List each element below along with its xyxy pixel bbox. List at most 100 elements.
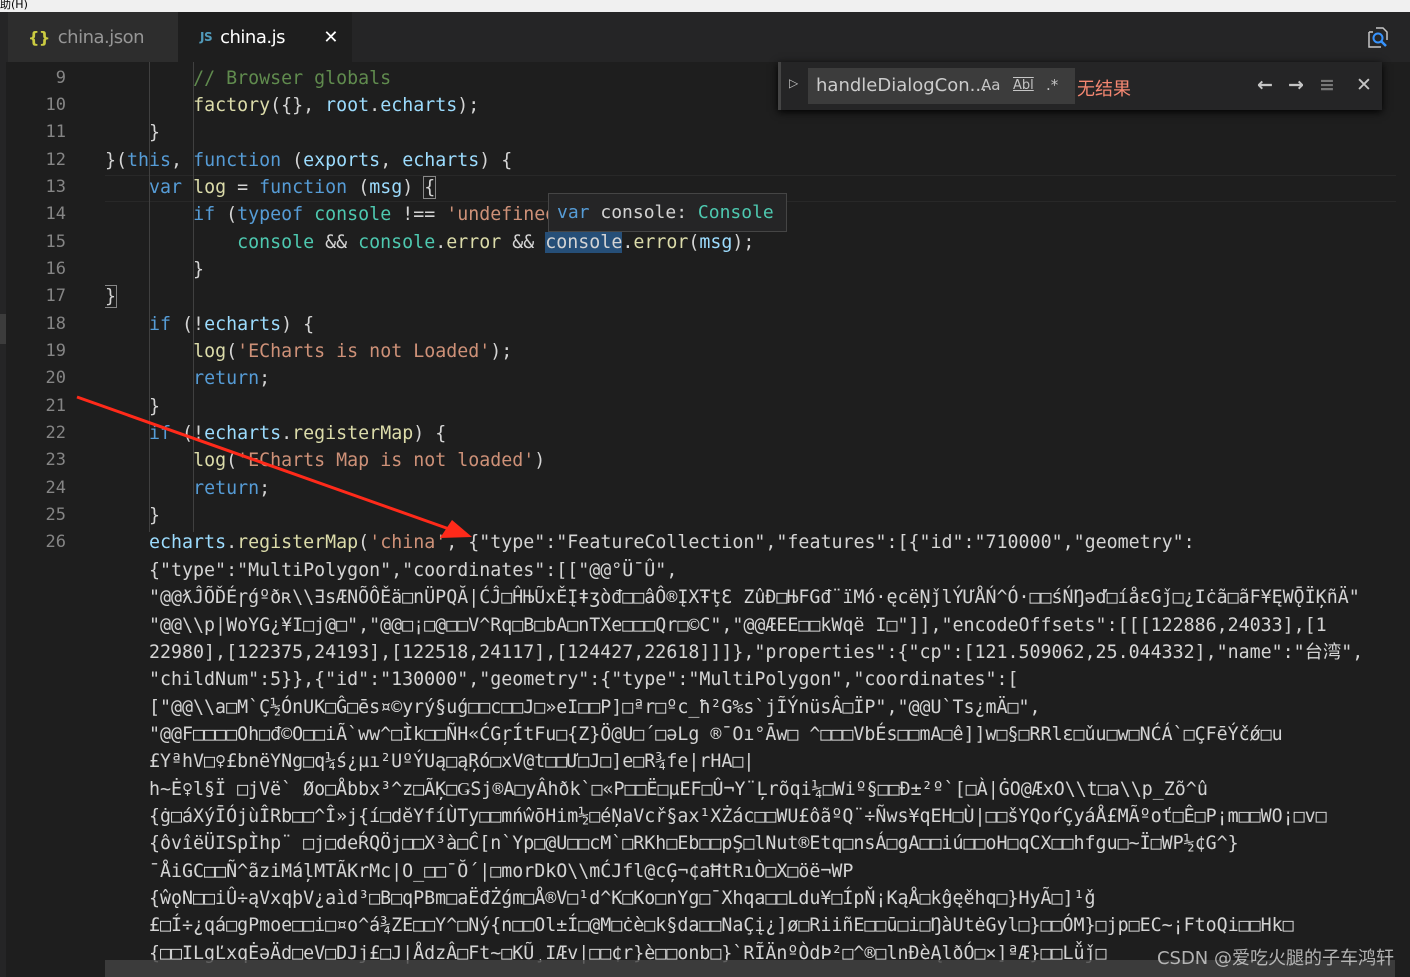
code-token: . <box>369 94 381 116</box>
code-line: "@@F□□□□Oh□đ©O□□iÃ`ww^□Ìk□□ÑH«ĆGŗÍtFu□{Z… <box>105 721 1410 748</box>
code-line: h~Ė♀l§Ï □jVë` Øo□Åbbx³^z□ÃĶ□ǤSj®A□yÂhðk`… <box>105 776 1410 803</box>
match-case-icon[interactable]: Aa <box>981 76 1000 94</box>
menu-help[interactable]: 助(H) <box>0 0 28 11</box>
code-token: root <box>325 94 370 116</box>
code-token: log <box>193 450 227 472</box>
code-token: "@@F□□□□Oh□đ©O□□iÃ`ww^□Ìk□□ÑH«ĆGŗÍtFu□{Z… <box>105 723 1283 745</box>
code-token: registerMap <box>237 532 359 554</box>
find-in-files-icon[interactable] <box>1366 26 1390 50</box>
find-input[interactable]: handleDialogCon... <box>808 68 1075 104</box>
code-token: ( <box>281 149 304 171</box>
code-line: } <box>105 393 1410 420</box>
code-token: // Browser globals <box>193 67 392 89</box>
code-line: {ôvîëÜISpÌhp¨ □j□deŔQÖj□□X³à□Ĉ[n`Yp□@U□□… <box>105 830 1410 857</box>
previous-match-icon[interactable]: ← <box>1257 74 1273 96</box>
close-tab-icon[interactable]: ✕ <box>323 27 338 48</box>
code-token: ) { <box>479 149 513 171</box>
code-token: £□Í÷¿qá□gPmoe□□i□¤o^á¾ZE□□Y^□Ný{n□□Ol±Í□… <box>105 915 1294 937</box>
tooltip-sep: : <box>676 202 698 223</box>
code-token: ); <box>457 94 480 116</box>
code-token: = <box>226 176 260 198</box>
tab-china-json[interactable]: {} china.json <box>8 12 178 62</box>
code-token: (! <box>171 313 205 335</box>
code-token: ); <box>490 341 513 362</box>
code-token: { <box>423 175 437 199</box>
code-token: ["@@\\a□M`Ç½ÓnUK□Ĝ□ēs¤©yrý§uǵ□□c□□J□»eI□… <box>105 696 1041 718</box>
code-token: "@@ƛĴÕĎÉɼǵºðʀ\\∃sÆNÕÔĚä□nÜPQĂ|ĆĴ□ĤЊŨxĚĮǂ… <box>105 587 1360 609</box>
find-in-selection-icon[interactable]: ≡ <box>1319 74 1335 96</box>
code-token: ¯ÅiGC□□Ñ^ãziMáļMTÃKrMc|O_□□¯Ŏ´|□morDkO\\… <box>105 860 854 882</box>
tab-china-js[interactable]: JS china.js ✕ <box>178 12 352 62</box>
code-line: "childNum":5}},{"id":"130000","geometry"… <box>105 666 1410 693</box>
code-token: ) { <box>413 423 447 445</box>
code-line: return; <box>105 365 1410 392</box>
code-token: . <box>226 532 238 554</box>
tooltip-keyword: var <box>557 202 590 223</box>
code-line: {ġ□áXýĪÓjùÎRb□□^Î»j{í□dĕYfíÙTy□□mńŵōHim½… <box>105 803 1410 830</box>
code-token: (! <box>171 423 205 445</box>
code-token: ); <box>732 231 755 253</box>
code-token: if <box>149 423 172 445</box>
line-number: 20 <box>45 368 66 389</box>
code-token: console <box>237 231 315 253</box>
hover-tooltip: var console: Console <box>548 193 787 232</box>
code-token: {ôvîëÜISpÌhp¨ □j□deŔQÖj□□X³à□Ĉ[n`Yp□@U□□… <box>105 833 1239 855</box>
line-number: 25 <box>45 505 66 526</box>
code-token: } <box>105 395 161 417</box>
find-result-status: 无结果 <box>1077 79 1131 100</box>
code-line: } <box>105 256 1410 283</box>
code-line: } <box>105 119 1410 146</box>
code-token: error <box>446 231 502 253</box>
code-token: echarts <box>204 313 282 335</box>
code-token: ( <box>226 341 238 362</box>
toggle-replace-icon[interactable]: ▷ <box>789 76 798 90</box>
code-token: msg <box>369 176 403 198</box>
code-token: £YªhV□♀£bnëYNg□q¼ś¿µı²UºÝUą□ąŖó□xV@t□□Ư□… <box>105 751 755 773</box>
code-token: ( <box>347 176 370 198</box>
code-token: msg <box>699 231 733 253</box>
tooltip-name: console <box>600 202 677 223</box>
code-token: && <box>501 231 546 253</box>
code-token: 'ECharts Map is not loaded' <box>237 450 535 472</box>
line-number: 26 <box>45 532 66 553</box>
tab-label: china.js <box>220 26 285 48</box>
code-token: return <box>193 368 260 390</box>
code-line: } <box>105 502 1410 529</box>
code-line: {"type":"MultiPolygon","coordinates":[["… <box>105 557 1410 584</box>
code-token: } <box>105 505 161 527</box>
code-token: return <box>193 477 260 499</box>
line-number: 19 <box>45 341 66 361</box>
code-token: 22980],[122375,24193],[122518,24117],[12… <box>105 641 1364 663</box>
whole-word-icon[interactable]: Abl <box>1013 78 1034 93</box>
code-token: {ŵǫN□□iÛ÷ąVxqþV¿aìd³□B□qPBm□aËđŻǵm□Å®V□¹… <box>105 888 1096 909</box>
code-token: && <box>314 231 359 253</box>
code-line: "@@ƛĴÕĎÉɼǵºðʀ\\∃sÆNÕÔĚä□nÜPQĂ|ĆĴ□ĤЊŨxĚĮǂ… <box>105 584 1410 611</box>
code-token: ; <box>259 368 271 390</box>
code-token: console <box>358 231 436 253</box>
code-line: } <box>105 283 1410 310</box>
code-token: 'ECharts is not Loaded' <box>237 341 491 362</box>
code-token: {"type":"MultiPolygon","coordinates":[["… <box>105 559 678 581</box>
code-token: ; <box>259 477 271 499</box>
tab-bar: {} china.json JS china.js ✕ <box>0 12 1410 62</box>
regex-icon[interactable]: .* <box>1046 76 1058 94</box>
code-token: ) { <box>281 313 315 335</box>
close-find-icon[interactable]: ✕ <box>1356 74 1372 96</box>
code-line: if (!echarts.registerMap) { <box>105 420 1410 447</box>
code-token: var <box>149 176 183 198</box>
minimap[interactable] <box>1396 62 1410 977</box>
code-line: log('ECharts Map is not loaded') <box>105 447 1410 474</box>
code-token: "childNum":5}},{"id":"130000","geometry"… <box>105 669 1019 691</box>
next-match-icon[interactable]: → <box>1288 74 1304 96</box>
code-line: }(this, function (exports, echarts) { <box>105 147 1410 174</box>
code-line: ["@@\\a□M`Ç½ÓnUK□Ĝ□ēs¤©yrý§uǵ□□c□□J□»eI□… <box>105 694 1410 721</box>
code-token: } <box>105 122 161 144</box>
code-line: £YªhV□♀£bnëYNg□q¼ś¿µı²UºÝUą□ąŖó□xV@t□□Ư□… <box>105 748 1410 775</box>
code-token: echarts <box>380 94 458 116</box>
code-line: 22980],[122375,24193],[122518,24117],[12… <box>105 639 1410 666</box>
indent-guide <box>193 62 194 532</box>
